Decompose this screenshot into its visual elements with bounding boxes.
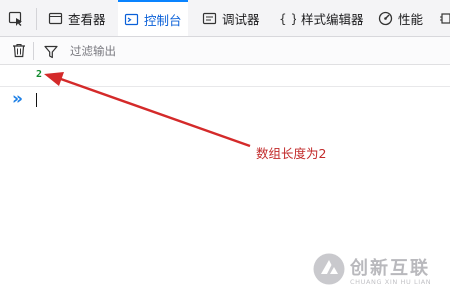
tab-inspector[interactable]: 查看器: [48, 0, 106, 36]
prompt-chevron-icon: »: [12, 89, 23, 109]
trash-icon[interactable]: [12, 43, 26, 58]
console-result-value: 2: [36, 69, 43, 80]
tab-label: 样式编辑器: [301, 11, 364, 27]
performance-icon: [378, 11, 393, 26]
tab-more-overflow[interactable]: [440, 0, 450, 36]
svg-text:{ }: { }: [279, 12, 296, 26]
tab-console[interactable]: 控制台: [118, 0, 188, 36]
console-icon: [124, 12, 139, 27]
element-picker-icon[interactable]: [8, 11, 24, 27]
console-input-caret[interactable]: [36, 93, 37, 107]
filter-icon: [44, 44, 58, 59]
tab-performance[interactable]: 性能: [378, 0, 423, 36]
style-editor-icon: { }: [278, 11, 298, 26]
console-filter-bar: [0, 37, 450, 65]
annotation-label: 数组长度为2: [256, 146, 327, 161]
watermark-subtitle: CHUANG XIN HU LIAN: [350, 278, 432, 286]
tab-style-editor[interactable]: { } 样式编辑器: [278, 0, 364, 36]
console-output-list: 2: [0, 65, 450, 87]
tab-label: 性能: [398, 11, 424, 27]
tab-label: 查看器: [68, 11, 106, 27]
filter-output-input[interactable]: [66, 40, 444, 61]
toolbar-separator: [36, 8, 37, 30]
debugger-icon: [202, 11, 217, 26]
inspector-icon: [48, 11, 63, 26]
watermark-logo: 创新互联 CHUANG XIN HU LIAN: [312, 252, 448, 292]
tab-label: 控制台: [144, 12, 182, 28]
brand-logo-icon: [313, 253, 345, 285]
watermark-title: 创新互联: [350, 258, 430, 279]
filter-separator: [33, 42, 34, 60]
memory-icon: [440, 11, 450, 26]
devtools-toolbar: 查看器 控制台 调试器 { } 样式编辑器: [0, 0, 450, 37]
tab-debugger[interactable]: 调试器: [202, 0, 260, 36]
tab-label: 调试器: [222, 11, 260, 27]
